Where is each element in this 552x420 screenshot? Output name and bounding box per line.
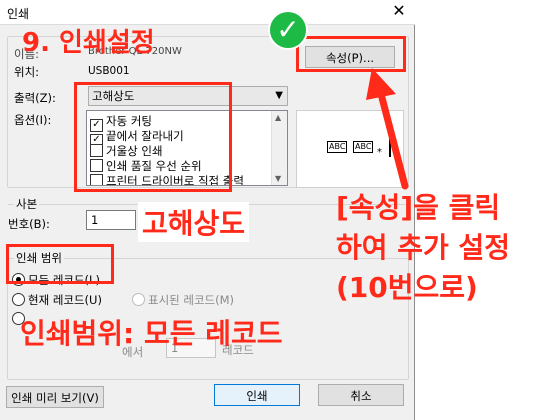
preview-edge-line [389,133,391,157]
options-scrollbar[interactable]: ▲ ▼ [271,111,287,185]
scroll-down-icon[interactable]: ▼ [275,174,281,183]
preview-abc-1: ABC [327,141,348,153]
properties-annotation-line3: (10번으로) [336,271,478,304]
output-label: 출력(Z): [14,91,56,105]
print-button[interactable]: 인쇄 [214,384,300,406]
radio-shown-records[interactable]: 표시된 레코드(M) [132,292,234,308]
close-icon[interactable]: ✕ [389,1,409,21]
preview-abc-2: ABC [353,141,374,153]
radio-label: 표시된 레코드(M) [148,293,235,307]
range-annotation: 인쇄범위: 모든 레코드 [20,317,283,350]
print-preview-button[interactable]: 인쇄 미리 보기(V) [6,386,104,408]
printer-location-label: 위치: [14,65,40,79]
range-highlight-box [6,244,114,284]
copies-number-value: 1 [91,213,99,227]
copies-number-label: 번호(B): [8,217,50,231]
radio-current-record[interactable]: 현재 레코드(U) [12,292,102,308]
options-label: 옵션(I): [14,113,52,127]
properties-annotation-line1: [속성]을 클릭 [336,191,501,224]
label-preview: ABC ABC * [296,110,404,188]
chevron-down-icon: ▼ [275,90,283,101]
copies-section-title: 사본 [14,196,40,212]
copies-number-input[interactable]: 1 [86,210,136,230]
check-circle-icon: ✓ [268,10,308,50]
output-annotation: 고해상도 [138,202,250,242]
radio-button[interactable] [132,293,145,306]
scroll-up-icon[interactable]: ▲ [275,113,281,122]
radio-label: 현재 레코드(U) [28,293,102,307]
window-title: 인쇄 [7,7,30,21]
check-mark: ✓ [276,13,300,46]
preview-cut-mark: * [377,147,382,158]
printer-location-value: USB001 [88,65,130,77]
properties-annotation-line2: 하여 추가 설정 [336,231,511,264]
properties-highlight-box [296,36,406,72]
options-highlight-box [74,82,232,192]
step-title-annotation: 9. 인쇄설정 [22,28,155,58]
cancel-button[interactable]: 취소 [318,384,404,406]
radio-button[interactable] [12,293,25,306]
